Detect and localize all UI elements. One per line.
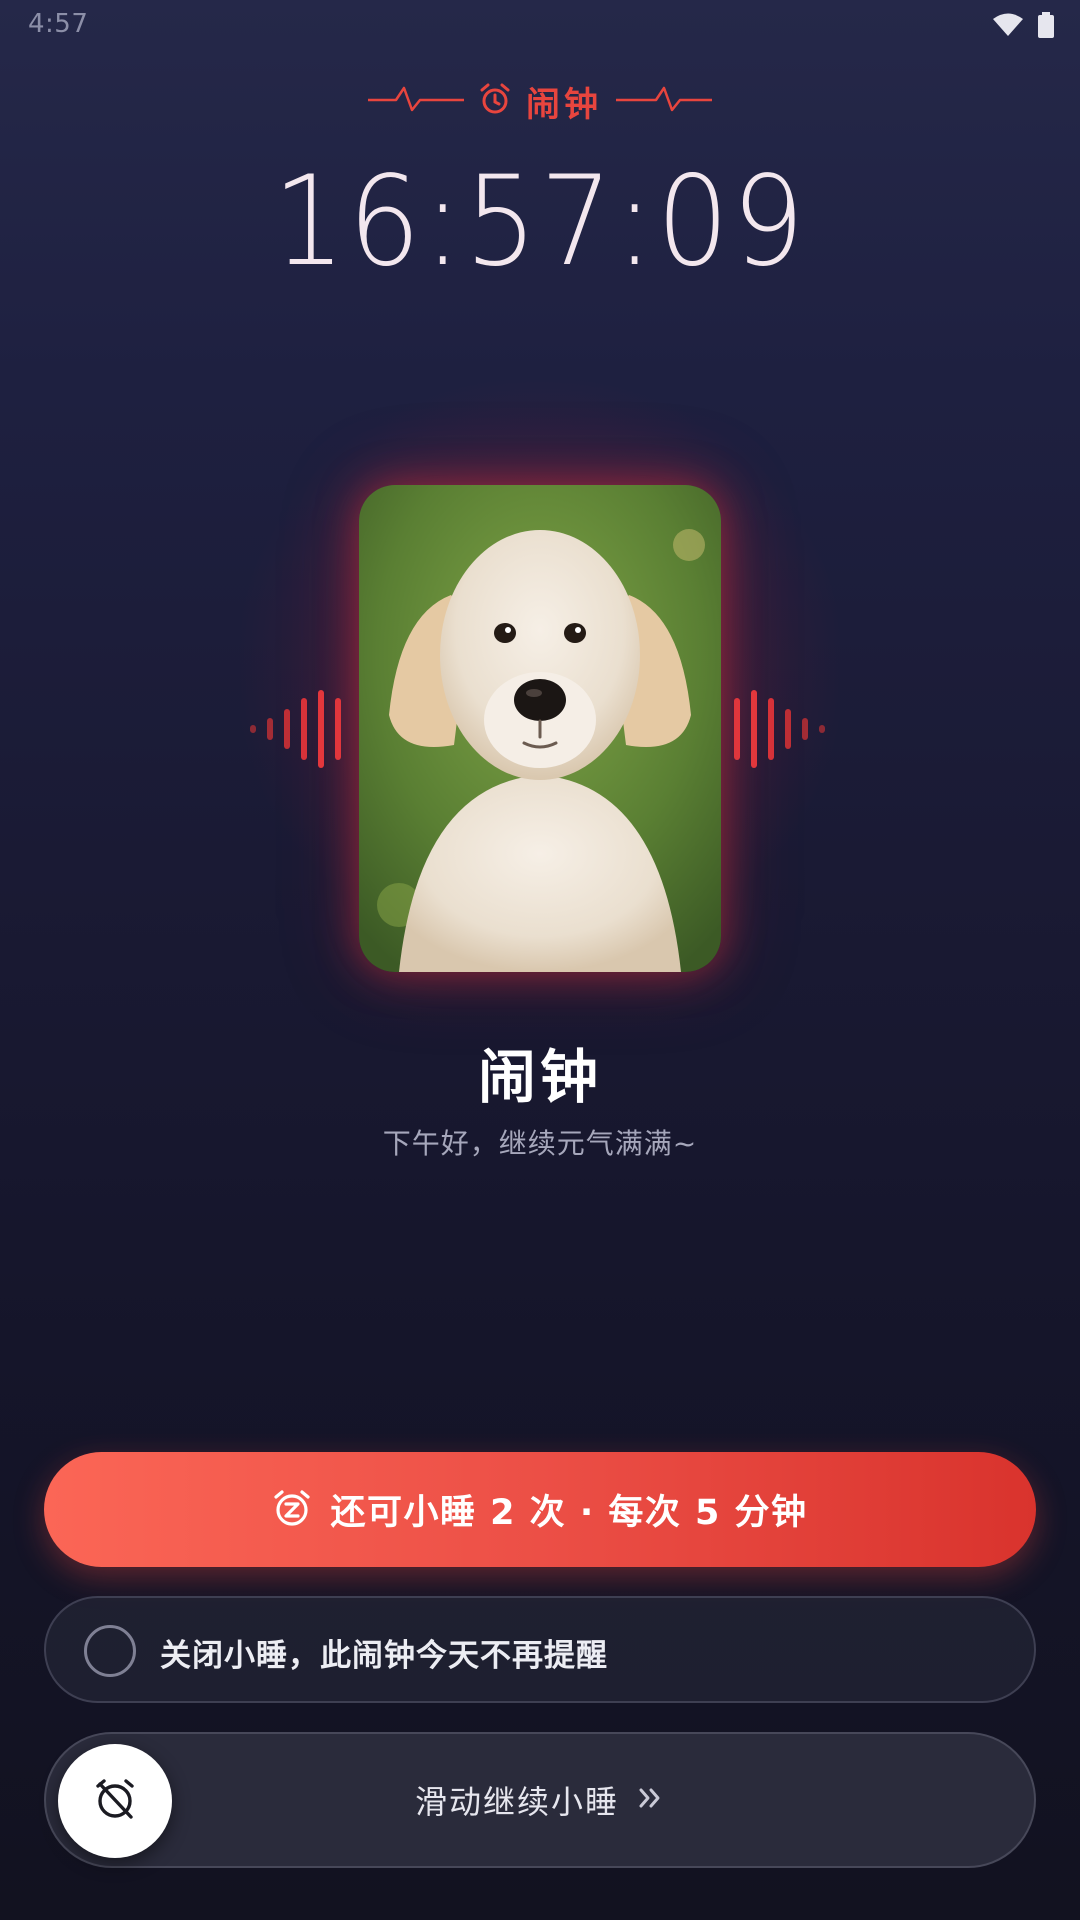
slide-to-snooze-track[interactable]: 滑动继续小睡: [44, 1732, 1036, 1868]
greeting-text: 下午好，继续元气满满~: [382, 1127, 698, 1160]
dismiss-snooze-option[interactable]: 关闭小睡，此闹钟今天不再提醒: [44, 1596, 1036, 1703]
alarm-name: 闹钟: [477, 1043, 602, 1111]
battery-icon: [1038, 12, 1054, 42]
status-bar: 4:57: [0, 0, 1080, 50]
slide-handle[interactable]: [58, 1744, 172, 1858]
alarm-header: 闹钟: [0, 78, 1080, 125]
slide-label: 滑动继续小睡: [414, 1783, 619, 1821]
heartbeat-line-right-icon: [616, 84, 712, 118]
puppy-image: [359, 485, 721, 972]
current-time: 16:57:09: [272, 150, 808, 294]
status-icons: [992, 12, 1054, 42]
dismiss-option-label: 关闭小睡，此闹钟今天不再提醒: [160, 1638, 608, 1674]
double-chevron-right-icon: [635, 1783, 665, 1817]
heartbeat-line-left-icon: [368, 84, 464, 118]
sound-wave-left-icon: [246, 688, 350, 770]
snooze-button-label: 还可小睡 2 次 · 每次 5 分钟: [330, 1493, 808, 1533]
snooze-button[interactable]: 还可小睡 2 次 · 每次 5 分钟: [44, 1452, 1036, 1567]
alarm-off-icon: [91, 1775, 139, 1827]
status-time: 4:57: [28, 9, 89, 39]
wifi-icon: [992, 13, 1024, 41]
dismiss-radio[interactable]: [84, 1625, 136, 1677]
sound-wave-right-icon: [730, 688, 834, 770]
slide-label-group: 滑动继续小睡: [46, 1734, 1034, 1866]
alarm-photo: [359, 485, 721, 972]
snooze-alarm-icon: [272, 1488, 312, 1532]
alarm-clock-icon: [478, 82, 512, 120]
header-title: 闹钟: [526, 84, 602, 125]
